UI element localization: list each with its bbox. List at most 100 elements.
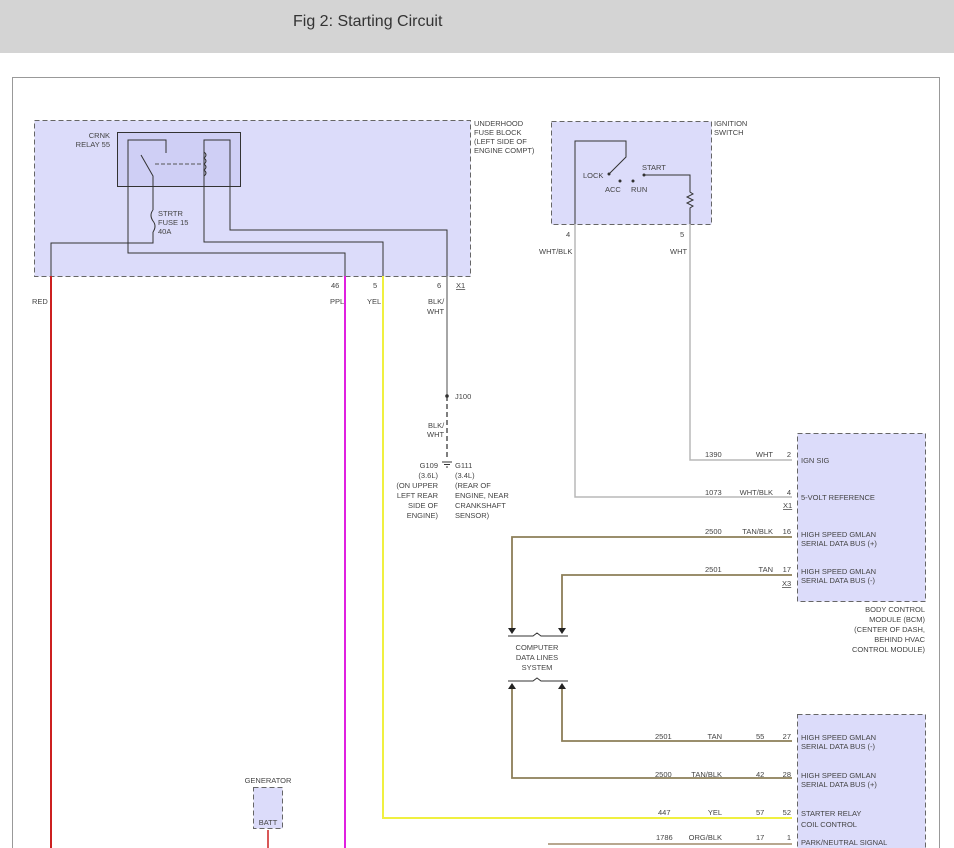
circuit-number: 1073 xyxy=(705,488,722,497)
ground-label: LEFT REAR xyxy=(397,491,439,500)
circuit-number: 2501 xyxy=(655,732,672,741)
data-lines-label: DATA LINES xyxy=(516,653,558,662)
circuit-number: 2500 xyxy=(655,770,672,779)
pin-function: HIGH SPEED GMLAN xyxy=(801,733,876,742)
splice-label: J100 xyxy=(455,392,471,401)
tan-blk-wire xyxy=(511,689,792,779)
ground-label: SENSOR) xyxy=(455,511,490,520)
connector-label: X3 xyxy=(782,579,791,588)
splice-dot xyxy=(445,394,449,398)
ground-label: CRANKSHAFT xyxy=(455,501,506,510)
wire-color-label: TAN/BLK xyxy=(742,527,773,536)
circuit-number: 2501 xyxy=(705,565,722,574)
pin-number: 55 xyxy=(756,732,764,741)
pin-number: 42 xyxy=(756,770,764,779)
ground-label: ENGINE) xyxy=(407,511,439,520)
wiring-diagram: UNDERHOOD FUSE BLOCK (LEFT SIDE OF ENGIN… xyxy=(12,77,940,848)
bcm-label: MODULE (BCM) xyxy=(869,615,925,624)
pin-number: 28 xyxy=(783,770,791,779)
ground-label: (REAR OF xyxy=(455,481,491,490)
pin-number: 4 xyxy=(566,230,570,239)
relay-label: CRNK xyxy=(89,131,110,140)
wire-color-label: TAN xyxy=(708,732,722,741)
ground-label: ENGINE, NEAR xyxy=(455,491,509,500)
data-lines-bracket xyxy=(508,677,568,682)
circuit-number: 447 xyxy=(658,808,671,817)
pin-function: HIGH SPEED GMLAN xyxy=(801,530,876,539)
ignition-switch: IGNITION SWITCH LOCK ACC RUN START 4 5 W… xyxy=(539,119,747,256)
ground-label: (ON UPPER xyxy=(396,481,438,490)
wire-color-label: TAN xyxy=(759,565,773,574)
ground-label: SIDE OF xyxy=(408,501,438,510)
bcm-label: BODY CONTROL xyxy=(865,605,925,614)
wire-color-label: TAN/BLK xyxy=(691,770,722,779)
pin-function: SERIAL DATA BUS (+) xyxy=(801,539,877,548)
pin-function: 5-VOLT REFERENCE xyxy=(801,493,875,502)
pin-number: 5 xyxy=(373,281,377,290)
ignition-label: IGNITION xyxy=(714,119,747,128)
wire-color-label: BLK/ xyxy=(428,297,445,306)
ignition-label: SWITCH xyxy=(714,128,744,137)
ground-label: (3.4L) xyxy=(455,471,475,480)
relay-label: RELAY 55 xyxy=(76,140,110,149)
pin-number: 52 xyxy=(783,808,791,817)
position-start: START xyxy=(642,163,666,172)
pin-number: 6 xyxy=(437,281,441,290)
position-acc: ACC xyxy=(605,185,621,194)
generator-label: GENERATOR xyxy=(245,776,292,785)
fuse-block-label: (LEFT SIDE OF xyxy=(474,137,527,146)
position-run: RUN xyxy=(631,185,647,194)
module-row: 2500 TAN/BLK 42 28 HIGH SPEED GMLAN SERI… xyxy=(655,770,877,789)
wire-color-label: YEL xyxy=(708,808,722,817)
fuse-label: FUSE 15 xyxy=(158,218,188,227)
bcm-label: (CENTER OF DASH, xyxy=(854,625,925,634)
ground-icon xyxy=(442,461,452,468)
connector-label: X1 xyxy=(456,281,465,290)
position-lock: LOCK xyxy=(583,171,603,180)
pin-function: SERIAL DATA BUS (-) xyxy=(801,742,876,751)
generator: GENERATOR BATT xyxy=(245,776,292,848)
data-lines-label: COMPUTER xyxy=(516,643,560,652)
yel-wire xyxy=(382,276,792,819)
bcm-label: BEHIND HVAC xyxy=(874,635,925,644)
wire-color-label: BLK/ xyxy=(428,421,445,430)
arrow-up-icon xyxy=(508,683,566,689)
pin-function: PARK/NEUTRAL SIGNAL xyxy=(801,838,887,847)
wire-color-label: WHT xyxy=(756,450,773,459)
body-control-module: 1390 WHT 2 IGN SIG 1073 WHT/BLK 4 X1 5-V… xyxy=(705,433,926,654)
pin-number: 1 xyxy=(787,833,791,842)
fuse-block-label: ENGINE COMPT) xyxy=(474,146,535,155)
pin-number: 46 xyxy=(331,281,339,290)
underhood-fuse-block: UNDERHOOD FUSE BLOCK (LEFT SIDE OF ENGIN… xyxy=(34,119,535,290)
ground-label: G111 xyxy=(455,461,472,470)
fuse-label: 40A xyxy=(158,227,171,236)
pin-function: SERIAL DATA BUS (+) xyxy=(801,780,877,789)
ground-g109: G109 (3.6L) (ON UPPER LEFT REAR SIDE OF … xyxy=(396,461,438,520)
fuse-block-label: UNDERHOOD xyxy=(474,119,524,128)
pin-function: IGN SIG xyxy=(801,456,830,465)
pin-function: SERIAL DATA BUS (-) xyxy=(801,576,876,585)
ground-g111: G111 (3.4L) (REAR OF ENGINE, NEAR CRANKS… xyxy=(455,461,509,520)
data-lines-bracket xyxy=(508,632,568,637)
wire-color-label: WHT xyxy=(670,247,687,256)
pin-number: 27 xyxy=(783,732,791,741)
data-lines-label: SYSTEM xyxy=(522,663,553,672)
circuit-number: 1786 xyxy=(656,833,673,842)
fuse-label: STRTR xyxy=(158,209,183,218)
pin-number: 4 xyxy=(787,488,791,497)
lower-module: 2501 TAN 55 27 HIGH SPEED GMLAN SERIAL D… xyxy=(655,714,926,848)
wire-color-label: ORG/BLK xyxy=(689,833,722,842)
pin-function: HIGH SPEED GMLAN xyxy=(801,771,876,780)
pin-number: 57 xyxy=(756,808,764,817)
pin-function: HIGH SPEED GMLAN xyxy=(801,567,876,576)
wire-color-label: PPL xyxy=(330,297,344,306)
wht-wire xyxy=(689,224,792,461)
pin-number: 2 xyxy=(787,450,791,459)
ground-label: G109 xyxy=(420,461,438,470)
wire-color-label: RED xyxy=(32,297,48,306)
tan-blk-wire xyxy=(511,536,792,630)
pin-number: 17 xyxy=(783,565,791,574)
wire-color-label: YEL xyxy=(367,297,381,306)
generator-pin: BATT xyxy=(259,818,278,827)
wire-color-label: WHT xyxy=(427,430,444,439)
